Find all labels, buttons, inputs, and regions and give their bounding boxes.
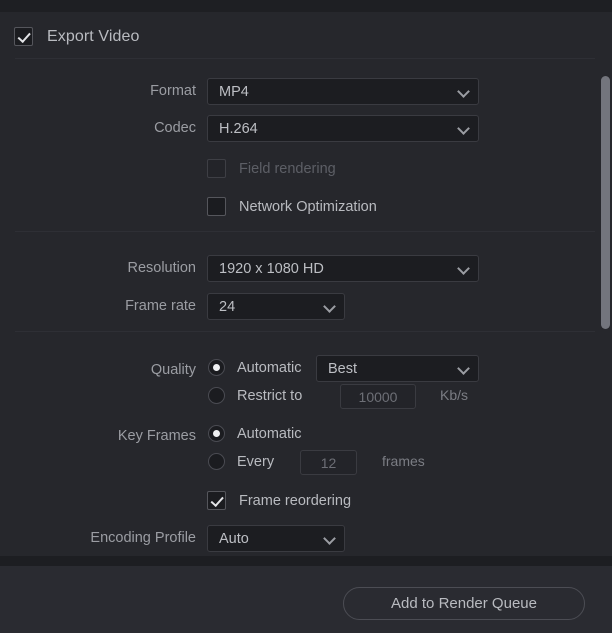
network-optimization-checkbox[interactable] [207,197,226,216]
key-frames-every-value: 12 [321,455,337,471]
codec-label: Codec [6,120,196,136]
key-frames-automatic-label: Automatic [237,426,301,442]
key-frames-automatic-radio[interactable] [208,425,225,442]
bottom-edge-strip [0,556,612,566]
resolution-row: Resolution 1920 x 1080 HD [0,255,480,282]
format-value: MP4 [219,84,452,100]
field-rendering-label: Field rendering [239,161,336,177]
quality-automatic-radio[interactable] [208,359,225,376]
chevron-down-icon [458,363,470,375]
quality-automatic-row[interactable]: Automatic [208,359,301,376]
network-optimization-row[interactable]: Network Optimization [207,197,377,216]
encoding-profile-label: Encoding Profile [6,530,196,546]
resolution-select[interactable]: 1920 x 1080 HD [207,255,479,282]
quality-preset-select[interactable]: Best [316,355,479,382]
divider-2 [15,231,595,232]
codec-select[interactable]: H.264 [207,115,479,142]
quality-preset-value: Best [328,361,452,377]
format-select[interactable]: MP4 [207,78,479,105]
quality-restrict-label: Restrict to [237,388,302,404]
key-frames-automatic-row[interactable]: Automatic [208,425,301,442]
format-label: Format [6,83,196,99]
format-row: Format MP4 [0,78,480,105]
frame-reordering-checkbox[interactable] [207,491,226,510]
chevron-down-icon [324,301,336,313]
quality-restrict-unit: Kb/s [440,387,468,403]
frame-rate-select[interactable]: 24 [207,293,345,320]
add-to-render-queue-button[interactable]: Add to Render Queue [343,587,585,620]
key-frames-every-input[interactable]: 12 [300,450,357,475]
key-frames-every-row[interactable]: Every [208,453,274,470]
frame-rate-value: 24 [219,299,318,315]
resolution-label: Resolution [6,260,196,276]
network-optimization-label: Network Optimization [239,199,377,215]
field-rendering-checkbox [207,159,226,178]
quality-label: Quality [151,362,196,378]
frame-reordering-label: Frame reordering [239,493,351,509]
resolution-value: 1920 x 1080 HD [219,261,452,277]
chevron-down-icon [458,263,470,275]
field-rendering-row: Field rendering [207,159,336,178]
key-frames-every-radio[interactable] [208,453,225,470]
divider-3 [15,331,595,332]
key-frames-label: Key Frames [118,428,196,444]
top-edge-strip [0,0,612,12]
quality-restrict-radio[interactable] [208,387,225,404]
divider-1 [15,58,595,59]
quality-restrict-input[interactable]: 10000 [340,384,416,409]
encoding-profile-value: Auto [219,531,318,547]
chevron-down-icon [458,86,470,98]
encoding-profile-row: Encoding Profile Auto [0,525,350,552]
key-frames-label-wrap: Key Frames [0,427,196,445]
render-settings-panel: Export Video Format MP4 Codec H.264 Fiel… [0,0,612,633]
chevron-down-icon [324,533,336,545]
key-frames-every-label: Every [237,454,274,470]
frame-rate-row: Frame rate 24 [0,293,350,320]
frame-reordering-row[interactable]: Frame reordering [207,491,351,510]
export-video-label: Export Video [47,28,140,46]
chevron-down-icon [458,123,470,135]
key-frames-every-unit: frames [382,453,425,469]
quality-label-wrap: Quality [0,361,196,379]
codec-row: Codec H.264 [0,115,480,142]
quality-restrict-row[interactable]: Restrict to [208,387,302,404]
frame-rate-label: Frame rate [6,298,196,314]
encoding-profile-select[interactable]: Auto [207,525,345,552]
export-video-checkbox[interactable] [14,27,33,46]
quality-restrict-value: 10000 [359,389,398,405]
codec-value: H.264 [219,121,452,137]
export-video-row[interactable]: Export Video [14,27,140,46]
quality-automatic-label: Automatic [237,360,301,376]
scrollbar-thumb[interactable] [601,76,610,329]
